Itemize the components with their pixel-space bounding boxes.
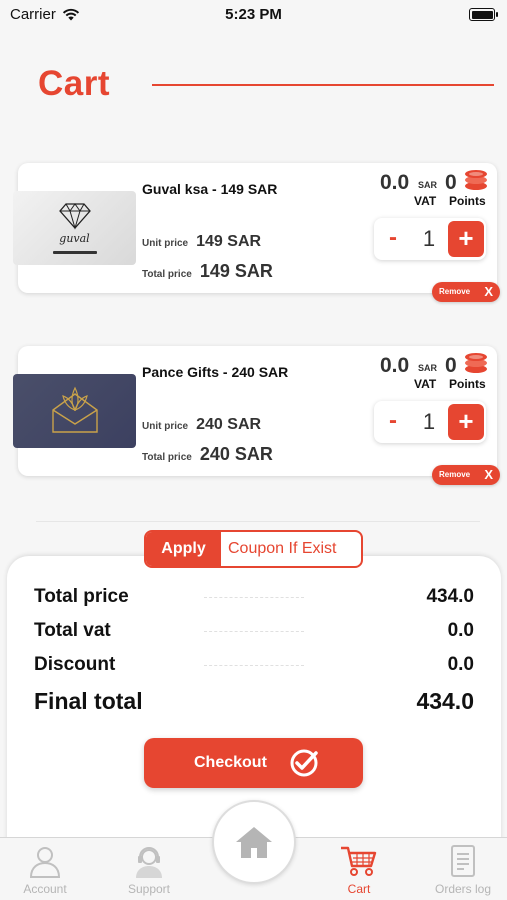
points-value: 0 — [445, 171, 457, 194]
tab-account[interactable]: Account — [0, 844, 90, 896]
increase-quantity-button[interactable]: + — [448, 404, 484, 440]
summary-label: Discount — [34, 654, 116, 675]
summary-value: 434.0 — [426, 586, 474, 607]
dotted-leader — [204, 597, 304, 598]
coupon-input[interactable] — [228, 532, 361, 566]
unit-price-value: 149 SAR — [196, 233, 262, 250]
vat-block: 0.0 SAR VAT — [380, 354, 440, 391]
unit-price-row: Unit price 240 SAR — [142, 416, 261, 434]
apply-coupon-button[interactable]: Apply — [146, 532, 221, 566]
unit-price-label: Unit price — [142, 421, 189, 432]
vat-value: 0.0 — [380, 171, 410, 194]
dotted-leader — [204, 665, 304, 666]
quantity-stepper: - 1 + — [374, 401, 486, 443]
checkout-label: Checkout — [194, 754, 267, 771]
vat-currency: SAR — [418, 363, 438, 373]
points-label: Points — [449, 194, 486, 208]
unit-price-row: Unit price 149 SAR — [142, 233, 261, 251]
summary-value: 0.0 — [447, 620, 474, 641]
summary-row-total-vat: Total vat 0.0 — [34, 620, 474, 642]
remove-label: Remove — [439, 287, 471, 296]
points-block: 0 Points — [445, 170, 495, 208]
close-icon: X — [484, 467, 493, 482]
status-bar: Carrier 5:23 PM — [0, 0, 507, 30]
decrease-quantity-button[interactable]: - — [376, 403, 410, 441]
unit-price-label: Unit price — [142, 238, 189, 249]
quantity-value: 1 — [422, 409, 436, 434]
tab-label: Cart — [347, 882, 371, 896]
tab-orders-log[interactable]: Orders log — [418, 844, 507, 896]
cart-icon — [341, 846, 377, 876]
quantity-value: 1 — [422, 226, 436, 251]
total-price-row: Total price 149 SAR — [142, 261, 273, 282]
coins-icon — [465, 170, 487, 190]
summary-value: 434.0 — [416, 688, 474, 714]
decrease-quantity-button[interactable]: - — [376, 220, 410, 258]
home-icon — [236, 827, 272, 858]
check-badge-icon — [290, 749, 318, 777]
item-name: Guval ksa - 149 SAR — [142, 181, 278, 197]
person-icon — [29, 847, 61, 878]
vat-label: VAT — [414, 194, 437, 208]
increase-quantity-button[interactable]: + — [448, 221, 484, 257]
tab-cart[interactable]: Cart — [314, 844, 404, 896]
points-label: Points — [449, 377, 486, 391]
home-button[interactable] — [212, 800, 296, 884]
image-caption-bar — [52, 251, 97, 254]
title-underline — [152, 84, 494, 86]
total-price-row: Total price 240 SAR — [142, 444, 273, 465]
summary-row-discount: Discount 0.0 — [34, 654, 474, 676]
document-icon — [451, 845, 475, 877]
summary-value: 0.0 — [447, 654, 474, 675]
product-image-guval: guval — [13, 191, 136, 265]
dotted-leader — [204, 631, 304, 632]
vat-currency: SAR — [418, 180, 438, 190]
unit-price-value: 240 SAR — [196, 416, 262, 433]
vat-block: 0.0 SAR VAT — [380, 171, 440, 208]
cart-item: guval Guval ksa - 149 SAR Unit price 149… — [13, 163, 500, 302]
tab-label: Support — [127, 882, 171, 896]
total-price-value: 149 SAR — [199, 261, 273, 281]
headset-icon — [136, 847, 162, 878]
tab-label: Account — [23, 882, 67, 896]
points-block: 0 Points — [445, 353, 495, 391]
diamond-logo-icon — [58, 203, 91, 230]
status-time: 5:23 PM — [225, 6, 282, 23]
section-divider — [36, 521, 480, 522]
remove-label: Remove — [439, 470, 471, 479]
total-price-label: Total price — [142, 269, 192, 280]
coins-icon — [465, 353, 487, 373]
cart-item: Pance Gifts - 240 SAR Unit price 240 SAR… — [13, 346, 500, 485]
vat-value: 0.0 — [380, 354, 410, 377]
points-value: 0 — [445, 354, 457, 377]
tab-support[interactable]: Support — [104, 844, 194, 896]
total-price-label: Total price — [142, 452, 192, 463]
product-image-pance — [13, 374, 136, 448]
envelope-logo-icon — [51, 386, 98, 433]
quantity-stepper: - 1 + — [374, 218, 486, 260]
summary-row-total-price: Total price 434.0 — [34, 586, 474, 608]
vat-label: VAT — [414, 377, 437, 391]
battery-icon — [469, 8, 498, 21]
summary-label: Total vat — [34, 620, 111, 641]
remove-item-button[interactable]: Remove X — [432, 465, 500, 485]
remove-item-button[interactable]: Remove X — [432, 282, 500, 302]
summary-label: Final total — [34, 688, 143, 714]
product-brand-text: guval — [59, 232, 90, 245]
page-title: Cart — [38, 64, 111, 103]
item-name: Pance Gifts - 240 SAR — [142, 364, 289, 380]
total-price-value: 240 SAR — [199, 444, 273, 464]
summary-row-final-total: Final total 434.0 — [34, 688, 474, 715]
close-icon: X — [484, 284, 493, 299]
checkout-button[interactable]: Checkout — [144, 738, 363, 788]
tab-label: Orders log — [434, 882, 492, 896]
summary-label: Total price — [34, 586, 129, 607]
coupon-field: Apply — [144, 530, 363, 568]
